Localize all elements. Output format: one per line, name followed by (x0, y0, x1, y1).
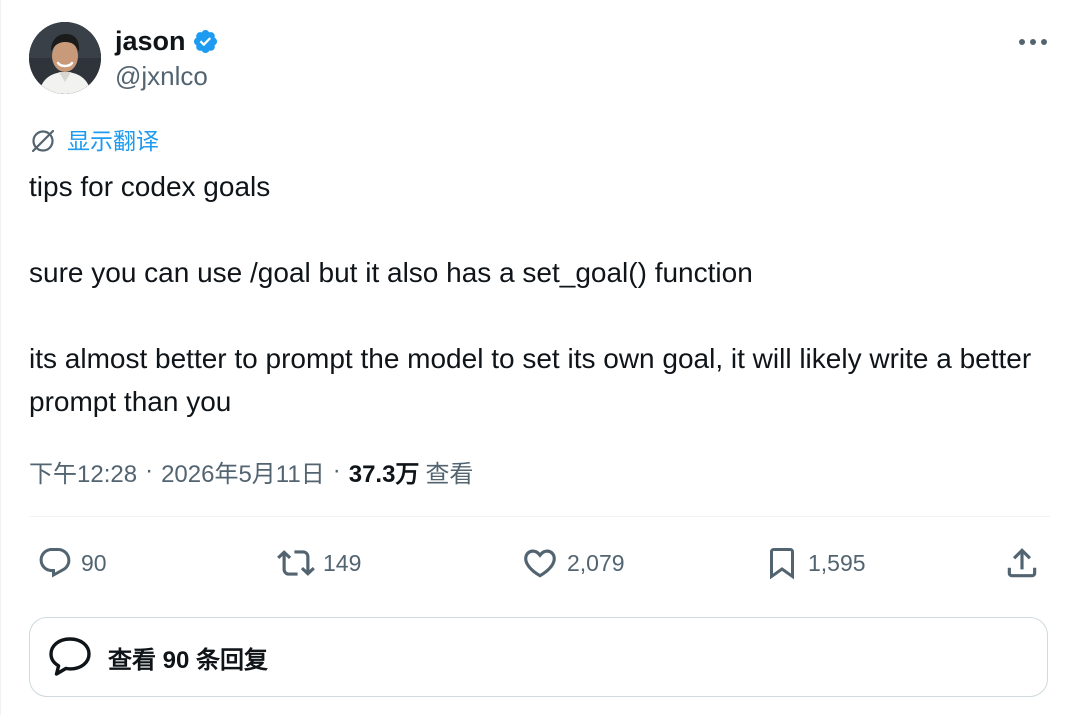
tweet-meta: 下午12:28 · 2026年5月11日 · 37.3万 查看 (29, 451, 473, 491)
more-options-button[interactable] (1013, 26, 1053, 58)
divider (29, 516, 1050, 517)
show-translation-link[interactable]: 显示翻译 (29, 125, 159, 157)
heart-icon (524, 549, 556, 578)
meta-separator: · (332, 457, 341, 484)
author-display-name[interactable]: jason (115, 22, 186, 60)
tweet-paragraph: sure you can use /goal but it also has a… (29, 257, 753, 288)
author-name-row[interactable]: jason (115, 22, 219, 60)
view-replies-button[interactable]: 查看 90 条回复 (29, 617, 1048, 697)
translate-icon (31, 129, 55, 153)
share-icon (1007, 548, 1037, 578)
reply-icon (39, 548, 71, 578)
share-button[interactable] (1003, 538, 1041, 588)
views-label[interactable]: 查看 (425, 454, 473, 489)
bookmark-icon (770, 548, 794, 580)
tweet-paragraph: its almost better to prompt the model to… (29, 343, 1032, 417)
left-border (0, 0, 1, 715)
tweet-actions: 90 149 2,079 1,595 (29, 538, 1050, 588)
tweet-date[interactable]: 2026年5月11日 (161, 454, 325, 489)
tweet-paragraph: tips for codex goals (29, 171, 271, 202)
replies-bubble-icon (49, 637, 91, 676)
view-replies-label[interactable]: 查看 90 条回复 (108, 640, 268, 675)
like-button[interactable]: 2,079 (521, 538, 625, 588)
like-count: 2,079 (567, 550, 625, 576)
tweet-text: tips for codex goals sure you can use /g… (29, 165, 1049, 423)
show-translation-label[interactable]: 显示翻译 (67, 125, 159, 157)
retweet-count: 149 (323, 550, 362, 576)
meta-separator: · (145, 457, 154, 484)
retweet-button[interactable]: 149 (277, 538, 361, 588)
user-photo-avatar-icon (29, 22, 101, 94)
views-count[interactable]: 37.3万 (349, 454, 420, 489)
verified-badge-icon (193, 29, 217, 53)
reply-button[interactable]: 90 (37, 538, 107, 588)
tweet-time[interactable]: 下午12:28 (29, 454, 137, 489)
reply-count: 90 (81, 550, 107, 576)
retweet-icon (277, 550, 315, 576)
more-horizontal-icon (1019, 39, 1047, 45)
bookmark-button[interactable]: 1,595 (764, 538, 866, 588)
bookmark-count: 1,595 (808, 550, 866, 576)
author-handle[interactable]: @jxnlco (115, 60, 208, 92)
avatar[interactable] (29, 22, 101, 94)
